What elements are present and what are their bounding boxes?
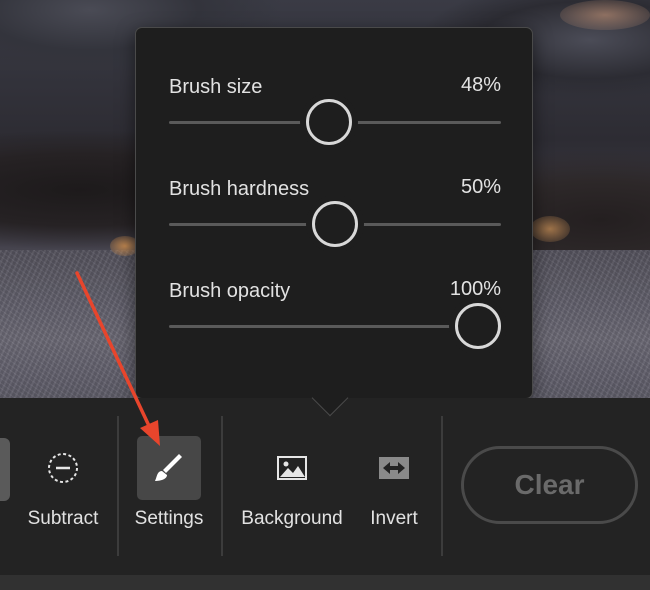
- clear-button[interactable]: Clear: [461, 446, 638, 524]
- brush-opacity-label: Brush opacity: [169, 280, 291, 302]
- slider-track[interactable]: [169, 325, 501, 328]
- brush-hardness-label: Brush hardness: [169, 178, 310, 200]
- brush-hardness-slider[interactable]: Brush hardness 50%: [169, 176, 501, 268]
- subtract-label: Subtract: [27, 508, 99, 529]
- brush-hardness-value: 50%: [460, 176, 501, 198]
- settings-tool[interactable]: Settings: [130, 436, 208, 536]
- toolbar-divider: [117, 416, 119, 556]
- bottom-strip: [0, 575, 650, 590]
- background-tool[interactable]: Background: [236, 436, 348, 536]
- slider-thumb[interactable]: [312, 201, 358, 247]
- invert-arrows-icon: [362, 436, 426, 500]
- brush-size-slider[interactable]: Brush size 48%: [169, 74, 501, 166]
- slider-thumb[interactable]: [455, 303, 501, 349]
- brush-settings-popover: Brush size 48% Brush hardness 50% Brush …: [135, 27, 533, 399]
- slider-thumb[interactable]: [306, 99, 353, 145]
- brush-opacity-value: 100%: [449, 278, 501, 300]
- brush-icon: [137, 436, 201, 500]
- previous-tool-button[interactable]: [0, 438, 10, 501]
- brush-size-value: 48%: [460, 74, 501, 96]
- brush-size-label: Brush size: [169, 76, 263, 98]
- invert-label: Invert: [370, 508, 418, 529]
- background-label: Background: [241, 508, 343, 529]
- subtract-circle-icon: [31, 436, 95, 500]
- image-icon: [260, 436, 324, 500]
- toolbar-divider: [221, 416, 223, 556]
- brush-opacity-slider[interactable]: Brush opacity 100%: [169, 278, 501, 370]
- subtract-tool[interactable]: Subtract: [22, 436, 104, 536]
- photo-highlight: [530, 216, 570, 242]
- mask-toolbar: Subtract Settings Background Invert Clea…: [0, 398, 650, 575]
- invert-tool[interactable]: Invert: [362, 436, 426, 536]
- settings-label: Settings: [134, 508, 204, 529]
- photo-highlight: [560, 0, 650, 30]
- toolbar-divider: [441, 416, 443, 556]
